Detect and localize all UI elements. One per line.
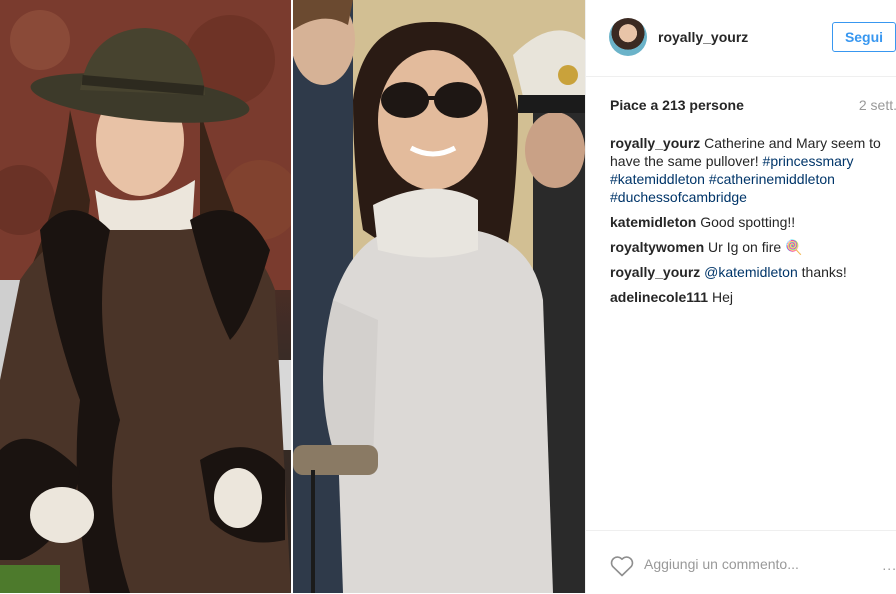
- mention-link[interactable]: @katemidleton: [704, 264, 798, 280]
- post-footer: Aggiungi un commento... ...: [586, 530, 896, 594]
- add-comment-input[interactable]: Aggiungi un commento...: [644, 556, 799, 572]
- heart-icon[interactable]: [610, 555, 634, 577]
- avatar[interactable]: [609, 18, 647, 56]
- comment-username[interactable]: katemidleton: [610, 214, 696, 230]
- post-time[interactable]: 2 sett.: [859, 97, 896, 113]
- username-link[interactable]: royally_yourz: [658, 29, 748, 45]
- comment-text: thanks!: [801, 264, 847, 280]
- woman-in-hat-illustration: [0, 0, 291, 593]
- comments-list: royally_yourz Catherine and Mary seem to…: [610, 134, 895, 313]
- comment-username[interactable]: adelinecole111: [610, 289, 708, 305]
- hashtag-link[interactable]: #duchessofcambridge: [610, 189, 747, 205]
- comment-text: Ur Ig on fire: [708, 239, 782, 255]
- woman-in-sweater-illustration: [293, 0, 585, 593]
- follow-button[interactable]: Segui: [832, 22, 896, 52]
- post-photo[interactable]: [0, 0, 585, 593]
- photo-right-panel: [293, 0, 585, 593]
- comment-username[interactable]: royaltywomen: [610, 239, 704, 255]
- comment-text: Good spotting!!: [700, 214, 796, 230]
- more-options-icon[interactable]: ...: [882, 557, 896, 573]
- hashtag-link[interactable]: #princessmary: [763, 153, 854, 169]
- caption: royally_yourz Catherine and Mary seem to…: [610, 134, 895, 206]
- comment-username[interactable]: royally_yourz: [610, 264, 700, 280]
- post-sidebar: royally_yourz Segui Piace a 213 persone …: [585, 0, 896, 593]
- caption-username[interactable]: royally_yourz: [610, 135, 700, 151]
- hashtag-link[interactable]: #catherinemiddleton: [709, 171, 835, 187]
- hashtag-link[interactable]: #katemiddleton: [610, 171, 705, 187]
- comment-item: katemidleton Good spotting!!: [610, 213, 895, 231]
- post-header: royally_yourz Segui: [586, 0, 896, 77]
- comment-item: royally_yourz @katemidleton thanks!: [610, 263, 895, 281]
- comment-text: Hej: [711, 289, 733, 305]
- comment-item: adelinecole111 Hej: [610, 288, 895, 306]
- lollipop-emoji: 🍭: [785, 239, 803, 255]
- likes-count[interactable]: Piace a 213 persone: [610, 97, 744, 113]
- comment-item: royaltywomen Ur Ig on fire 🍭: [610, 238, 895, 256]
- photo-left-panel: [0, 0, 291, 593]
